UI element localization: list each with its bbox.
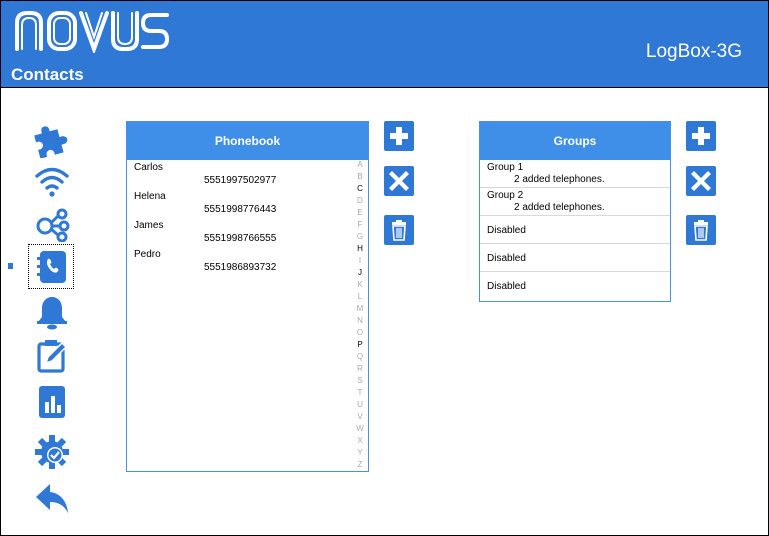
alphabet-letter[interactable]: B [355,172,365,182]
trash-icon [694,220,708,241]
contact-list: Carlos 5551997502977 Helena 5551998776443 Ja… [127,160,368,276]
device-name: LogBox-3G [645,41,742,62]
group-subtitle: 2 added telephones. [514,174,605,185]
delete-all-contacts-button[interactable] [384,215,414,245]
wifi-icon[interactable] [32,162,72,202]
bar-chart-icon[interactable] [32,382,72,422]
alphabet-letter[interactable]: T [355,388,365,398]
alphabet-letter[interactable]: P [355,340,365,350]
group-row[interactable]: Disabled [480,216,670,244]
alphabet-letter[interactable]: C [355,184,365,194]
alphabet-letter[interactable]: X [355,436,365,446]
contact-number: 5551998776443 [204,204,277,215]
alphabet-letter[interactable]: W [355,424,365,434]
remove-group-button[interactable] [686,166,716,196]
close-icon [691,171,711,191]
alphabet-letter[interactable]: L [355,292,365,302]
alphabet-letter[interactable]: Q [355,352,365,362]
add-group-button[interactable] [686,121,716,151]
alphabet-letter[interactable]: G [355,232,365,242]
alphabet-letter[interactable]: H [355,244,365,254]
group-row[interactable]: Disabled [480,272,670,300]
alphabet-letter[interactable]: K [355,280,365,290]
alphabet-letter[interactable]: M [355,304,365,314]
alphabet-letter[interactable]: D [355,196,365,206]
alphabet-letter[interactable]: Y [355,448,365,458]
alphabet-letter[interactable]: F [355,220,365,230]
contact-row[interactable]: Pedro 5551986893732 [127,247,368,276]
page-title: Contacts [11,65,84,84]
alphabet-letter[interactable]: I [355,256,365,266]
contact-row[interactable]: James 5551998766555 [127,218,368,247]
group-list: Group 12 added telephones. Group 22 added… [480,160,670,300]
trash-icon [392,220,406,241]
phonebook-panel: Phonebook Carlos 5551997502977 Helena 55519… [126,121,369,472]
contact-name: James [134,220,164,231]
back-arrow-icon[interactable] [32,478,72,518]
clipboard-edit-icon[interactable] [32,335,72,375]
alphabet-index[interactable]: ABCDEFGHIJKLMNOPQRSTUVWXYZ [352,160,368,475]
add-contact-button[interactable] [384,121,414,151]
active-indicator [8,263,13,269]
alphabet-letter[interactable]: V [355,412,365,422]
close-icon [389,171,409,191]
contact-row[interactable]: Helena 5551998776443 [127,189,368,218]
contact-row[interactable]: Carlos 5551997502977 [127,160,368,189]
bell-icon[interactable] [32,292,72,332]
gear-check-icon[interactable] [32,432,72,472]
group-row[interactable]: Group 12 added telephones. [480,160,670,188]
alphabet-letter[interactable]: U [355,400,365,410]
share-nodes-icon[interactable] [32,204,72,244]
phonebook-header: Phonebook [127,122,368,160]
group-title: Disabled [487,281,526,292]
delete-all-groups-button[interactable] [686,215,716,245]
header-bar: Contacts LogBox-3G [0,0,769,88]
contact-name: Helena [134,191,166,202]
group-title: Disabled [487,253,526,264]
alphabet-letter[interactable]: A [355,160,365,170]
group-row[interactable]: Group 22 added telephones. [480,188,670,216]
novus-logo [15,11,170,53]
remove-contact-button[interactable] [384,166,414,196]
alphabet-letter[interactable]: N [355,316,365,326]
groups-panel: Groups Group 12 added telephones. Group 2… [479,121,671,302]
groups-header: Groups [480,122,670,160]
contact-name: Pedro [134,249,161,260]
group-row[interactable]: Disabled [480,244,670,272]
group-title: Disabled [487,225,526,236]
group-title: Group 2 [487,190,524,201]
alphabet-letter[interactable]: J [355,268,365,278]
group-subtitle: 2 added telephones. [514,202,605,213]
contact-number: 5551998766555 [204,233,277,244]
alphabet-letter[interactable]: O [355,328,365,338]
alphabet-letter[interactable]: Z [355,460,365,470]
contact-number: 5551997502977 [204,175,277,186]
puzzle-icon[interactable] [32,120,72,160]
alphabet-letter[interactable]: R [355,364,365,374]
group-title: Group 1 [487,162,524,173]
plus-icon [390,127,408,145]
contact-name: Carlos [134,162,163,173]
alphabet-letter[interactable]: S [355,376,365,386]
alphabet-letter[interactable]: E [355,208,365,218]
plus-icon [692,127,710,145]
contact-number: 5551986893732 [204,262,277,273]
phonebook-icon[interactable] [32,247,72,287]
